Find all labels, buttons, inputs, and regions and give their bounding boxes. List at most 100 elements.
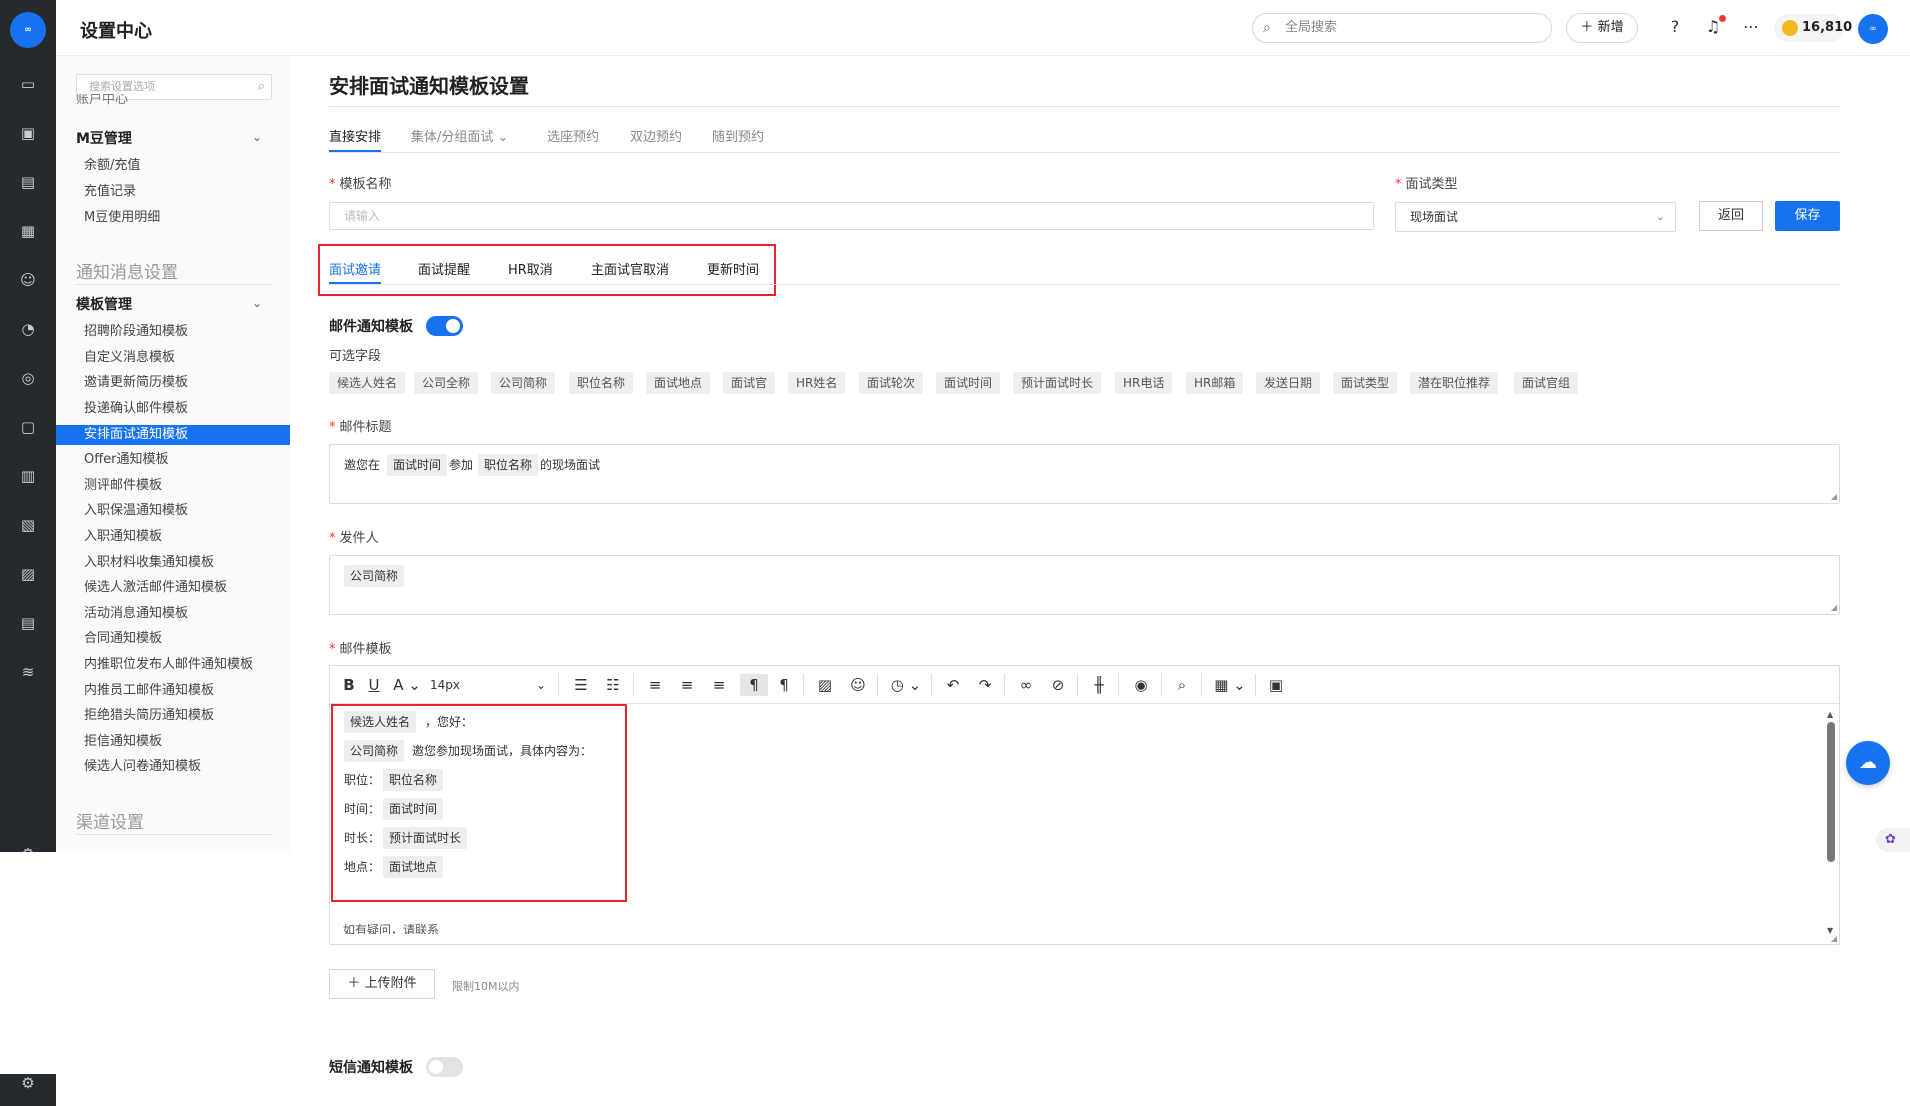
avatar[interactable]: ∞ bbox=[1858, 14, 1888, 44]
ltr-direction-icon[interactable]: ¶ bbox=[740, 674, 768, 696]
preview-eye-icon[interactable]: ◉ bbox=[1129, 674, 1153, 696]
sidebar-item[interactable]: 合同通知模板 bbox=[84, 629, 162, 649]
field-chip[interactable]: 面试官 bbox=[723, 372, 776, 394]
scrollbar-thumb[interactable] bbox=[1827, 722, 1835, 862]
global-search-input[interactable]: ⌕ 全局搜索 bbox=[1252, 13, 1552, 43]
sidebar-item[interactable]: 入职材料收集通知模板 bbox=[84, 553, 214, 573]
briefcase-icon[interactable]: ▣ bbox=[17, 122, 39, 144]
rtl-direction-icon[interactable]: ¶ bbox=[773, 674, 795, 696]
fullscreen-icon[interactable]: ▣ bbox=[1265, 674, 1287, 696]
sidebar-item[interactable]: 邀请更新简历模板 bbox=[84, 373, 188, 393]
field-chip[interactable]: 发送日期 bbox=[1256, 372, 1321, 394]
editor-scrollbar[interactable]: ▲ ▼ bbox=[1827, 710, 1835, 935]
field-chip[interactable]: 面试时间 bbox=[936, 372, 1001, 394]
chevron-down-icon[interactable]: ⌄ bbox=[252, 296, 262, 310]
field-chip[interactable]: 面试轮次 bbox=[859, 372, 924, 394]
sidebar-item-account-center[interactable]: 账户中心 bbox=[76, 94, 128, 106]
back-button[interactable]: 返回 bbox=[1699, 201, 1763, 231]
bold-icon[interactable]: B bbox=[340, 674, 358, 696]
emoticon-icon[interactable]: ☺ bbox=[847, 674, 869, 696]
chat-support-button[interactable]: ☁ bbox=[1846, 741, 1890, 785]
field-chip[interactable]: HR电话 bbox=[1115, 372, 1173, 394]
sidebar-group-template[interactable]: 模板管理 bbox=[76, 294, 132, 314]
sms-template-toggle[interactable] bbox=[426, 1057, 463, 1077]
layers-icon[interactable]: ≋ bbox=[17, 661, 39, 683]
field-chip[interactable]: 预计面试时长 bbox=[1013, 372, 1102, 394]
align-right-icon[interactable]: ≡ bbox=[708, 674, 730, 696]
message-icon[interactable]: ▢ bbox=[17, 416, 39, 438]
field-chip[interactable]: 职位名称 bbox=[569, 372, 634, 394]
tab-walkin-booking[interactable]: 随到预约 bbox=[712, 126, 764, 145]
subtab-update-time[interactable]: 更新时间 bbox=[707, 259, 759, 278]
save-button[interactable]: 保存 bbox=[1775, 201, 1840, 231]
underline-icon[interactable]: U bbox=[365, 674, 383, 696]
field-chip[interactable]: HR邮箱 bbox=[1186, 372, 1244, 394]
sidebar-item[interactable]: 活动消息通知模板 bbox=[84, 604, 188, 624]
ai-assistant-button[interactable]: ✿ bbox=[1876, 828, 1910, 852]
subject-textarea[interactable]: 邀您在 面试时间 参加 职位名称 的现场面试 ◢ bbox=[329, 444, 1840, 504]
sidebar-group-mbean[interactable]: M豆管理 bbox=[76, 128, 132, 148]
pie-chart-icon[interactable]: ◔ bbox=[17, 318, 39, 340]
field-chip[interactable]: HR姓名 bbox=[788, 372, 846, 394]
sidebar-item[interactable]: 自定义消息模板 bbox=[84, 348, 175, 368]
new-button[interactable]: ＋ 新增 bbox=[1566, 13, 1638, 43]
history-icon[interactable]: ◷ ⌄ bbox=[887, 674, 925, 696]
tab-group-interview[interactable]: 集体/分组面试 ⌄ bbox=[411, 126, 508, 145]
resize-handle-icon[interactable]: ◢ bbox=[1831, 603, 1837, 612]
report-icon[interactable]: ▤ bbox=[17, 612, 39, 634]
align-center-icon[interactable]: ≡ bbox=[676, 674, 698, 696]
sidebar-item[interactable]: 投递确认邮件模板 bbox=[84, 399, 188, 419]
undo-icon[interactable]: ↶ bbox=[942, 674, 964, 696]
sidebar-item[interactable]: 候选人问卷通知模板 bbox=[84, 757, 201, 777]
unlink-icon[interactable]: ⊘ bbox=[1047, 674, 1069, 696]
font-color-icon[interactable]: A ⌄ bbox=[390, 674, 424, 696]
ordered-list-icon[interactable]: ☰ bbox=[570, 674, 592, 696]
list-document-icon[interactable]: ▥ bbox=[17, 465, 39, 487]
resize-handle-icon[interactable]: ◢ bbox=[1831, 934, 1837, 943]
field-chip[interactable]: 公司简称 bbox=[491, 372, 556, 394]
bullet-list-icon[interactable]: ☷ bbox=[602, 674, 624, 696]
subtab-hr-cancel[interactable]: HR取消 bbox=[508, 259, 553, 278]
sender-textarea[interactable]: 公司简称 ◢ bbox=[329, 555, 1840, 615]
subtab-reminder[interactable]: 面试提醒 bbox=[418, 259, 470, 278]
sidebar-item[interactable]: 内推职位发布人邮件通知模板 bbox=[84, 655, 253, 675]
email-template-toggle[interactable] bbox=[426, 316, 463, 336]
calendar-icon[interactable]: ▦ bbox=[17, 220, 39, 242]
subtab-interviewer-cancel[interactable]: 主面试官取消 bbox=[591, 259, 669, 278]
search-icon[interactable]: ⌕ bbox=[1171, 674, 1193, 696]
contact-card-icon[interactable]: ▧ bbox=[17, 514, 39, 536]
image-icon[interactable]: ▨ bbox=[814, 674, 836, 696]
scroll-up-icon[interactable]: ▲ bbox=[1827, 710, 1833, 719]
sidebar-item[interactable]: 拒信通知模板 bbox=[84, 732, 162, 752]
field-chip[interactable]: 候选人姓名 bbox=[329, 372, 406, 394]
subtab-invite[interactable]: 面试邀请 bbox=[329, 259, 381, 278]
monitor-icon[interactable]: ▭ bbox=[17, 73, 39, 95]
interview-type-select[interactable]: 现场面试 ⌄ bbox=[1395, 202, 1676, 232]
app-logo-icon[interactable]: ∞ bbox=[10, 12, 46, 48]
resize-handle-icon[interactable]: ◢ bbox=[1831, 492, 1837, 501]
sidebar-item[interactable]: 入职保温通知模板 bbox=[84, 501, 188, 521]
page-break-icon[interactable]: ╫ bbox=[1088, 674, 1110, 696]
table-icon[interactable]: ▦ ⌄ bbox=[1211, 674, 1249, 696]
field-chip[interactable]: 面试官组 bbox=[1514, 372, 1579, 394]
upload-attachment-button[interactable]: ＋ 上传附件 bbox=[329, 969, 435, 999]
tab-seat-booking[interactable]: 选座预约 bbox=[547, 126, 599, 145]
sidebar-item[interactable]: 拒绝猎头简历通知模板 bbox=[84, 706, 214, 726]
link-icon[interactable]: ∞ bbox=[1015, 674, 1037, 696]
coin-balance[interactable]: 16,810 bbox=[1774, 14, 1852, 42]
sidebar-item[interactable]: 充值记录 bbox=[84, 182, 136, 202]
more-icon[interactable]: ⋯ bbox=[1740, 16, 1762, 38]
sidebar-item[interactable]: 余额/充值 bbox=[84, 156, 140, 176]
tab-bilateral-booking[interactable]: 双边预约 bbox=[630, 126, 682, 145]
font-size-select[interactable]: 14px ⌄ bbox=[430, 674, 550, 696]
sidebar-item[interactable]: M豆使用明细 bbox=[84, 208, 160, 228]
sidebar-item[interactable]: 测评邮件模板 bbox=[84, 476, 162, 496]
id-badge-icon[interactable]: ▨ bbox=[17, 563, 39, 585]
help-icon[interactable]: ⚙ bbox=[17, 1072, 39, 1094]
tab-direct[interactable]: 直接安排 bbox=[329, 126, 381, 145]
sidebar-item[interactable]: 候选人激活邮件通知模板 bbox=[84, 578, 227, 598]
sidebar-item[interactable]: 入职通知模板 bbox=[84, 527, 162, 547]
sidebar-item[interactable]: 招聘阶段通知模板 bbox=[84, 322, 188, 342]
document-chart-icon[interactable]: ▤ bbox=[17, 171, 39, 193]
align-left-icon[interactable]: ≡ bbox=[644, 674, 666, 696]
